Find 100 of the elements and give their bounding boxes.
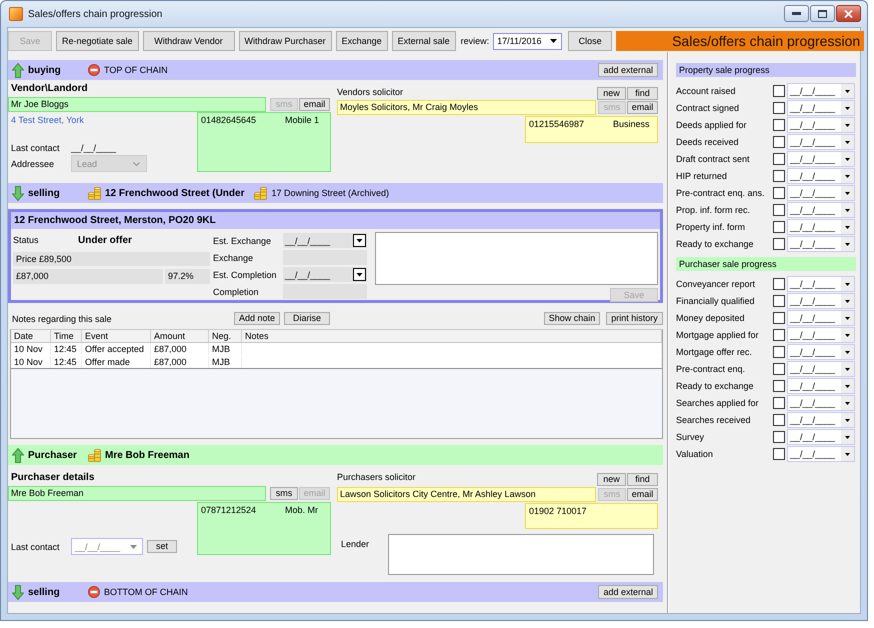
add-external-button[interactable]: add external (598, 63, 658, 77)
close-button[interactable]: Close (568, 31, 612, 51)
column-header[interactable]: Event (85, 331, 108, 341)
checkbox[interactable] (773, 220, 785, 232)
checkbox[interactable] (773, 238, 785, 250)
maximize-button[interactable] (810, 5, 835, 22)
property-notes-field[interactable] (375, 232, 658, 285)
email-button[interactable]: email (299, 98, 330, 111)
status-value: Under offer (78, 234, 132, 246)
progress-label: Draft contract sent (676, 154, 750, 164)
date-picker[interactable]: __/__/____ (787, 236, 855, 252)
toolbar-button[interactable]: Re-negotiate sale (56, 31, 139, 51)
new-button[interactable]: new (597, 87, 626, 100)
date-picker[interactable]: __/__/____ (787, 292, 855, 308)
date-picker[interactable]: __/__/____ (787, 168, 855, 184)
address-link[interactable]: 4 Test Street, York (11, 114, 84, 126)
notes-button[interactable]: Add note (234, 312, 280, 325)
checkbox[interactable] (773, 294, 785, 306)
checkbox[interactable] (773, 448, 785, 460)
date-picker[interactable]: __/__/____ (787, 428, 855, 444)
column-header[interactable]: Time (54, 331, 74, 341)
lender-field[interactable] (388, 534, 654, 575)
checkbox[interactable] (773, 312, 785, 324)
progress-label: Survey (676, 432, 704, 442)
set-button[interactable]: set (147, 540, 177, 553)
name-field[interactable]: Mr Joe Bloggs (8, 97, 266, 112)
toolbar-button[interactable]: Exchange (336, 31, 388, 51)
date-picker[interactable]: __/__/____ (787, 100, 855, 116)
find-button[interactable]: find (627, 87, 658, 100)
minimize-button[interactable] (784, 5, 809, 22)
date-picker[interactable]: __/__/____ (787, 150, 855, 166)
date-picker[interactable]: __/__/____ (787, 202, 855, 218)
date-picker[interactable]: __/__/____ (787, 82, 855, 98)
solicitor-field[interactable]: Moyles Solicitors, Mr Craig Moyles (337, 100, 596, 115)
date-picker[interactable]: __/__/____ (787, 446, 855, 462)
checkbox[interactable] (773, 362, 785, 374)
window-close-button[interactable] (836, 5, 861, 22)
checkbox[interactable] (773, 186, 785, 198)
dropdown-button-icon (353, 234, 366, 247)
date-picker[interactable]: __/__/____ (787, 276, 855, 292)
date-field[interactable]: __/__/____ (71, 142, 116, 152)
date-picker[interactable]: __/__/____ (787, 360, 855, 376)
progress-label: Money deposited (676, 312, 745, 322)
checkbox[interactable] (773, 170, 785, 182)
progress-label: Mortgage offer rec. (676, 346, 752, 356)
review-date-field[interactable]: 17/11/2016 (493, 32, 562, 50)
progress-header: Property sale progress (676, 63, 856, 77)
checkbox[interactable] (773, 84, 785, 96)
checkbox[interactable] (773, 204, 785, 216)
toolbar-button[interactable]: Withdraw Purchaser (238, 31, 332, 51)
checkbox[interactable] (773, 152, 785, 164)
date-picker[interactable]: __/__/____ (283, 267, 367, 282)
date-picker[interactable]: __/__/____ (787, 116, 855, 132)
sms-button[interactable]: sms (270, 487, 298, 500)
column-header[interactable]: Date (14, 331, 34, 341)
date-picker[interactable]: __/__/____ (283, 233, 367, 248)
checkbox[interactable] (773, 136, 785, 148)
column-header[interactable]: Neg. (212, 331, 232, 341)
checkbox[interactable] (773, 414, 785, 426)
phone-type: Mobile 1 (285, 115, 320, 126)
notes-button[interactable]: Show chain (544, 312, 600, 325)
solicitor-field[interactable]: Lawson Solicitors City Centre, Mr Ashley Lawson (337, 487, 596, 502)
phone-type: Mob. Mr (285, 505, 318, 516)
email-button[interactable]: email (627, 488, 658, 501)
checkbox[interactable] (773, 278, 785, 290)
date-picker[interactable]: __/__/____ (787, 344, 855, 360)
percent-field: 97.2% (165, 269, 210, 284)
column-header[interactable]: Amount (154, 331, 186, 341)
date-picker[interactable]: __/__/____ (787, 218, 855, 234)
notes-button[interactable]: Diarise (284, 312, 330, 325)
date-picker[interactable]: __/__/____ (71, 538, 143, 555)
email-button[interactable]: email (627, 101, 658, 114)
column-header[interactable]: Notes (245, 331, 269, 341)
progress-label: Deeds applied for (676, 120, 747, 130)
date-picker[interactable]: __/__/____ (787, 310, 855, 326)
date-picker[interactable]: __/__/____ (787, 184, 855, 200)
checkbox[interactable] (773, 430, 785, 442)
checkbox[interactable] (773, 328, 785, 340)
property-link[interactable]: 17 Downing Street (Archived) (271, 188, 390, 198)
app-icon (9, 7, 23, 21)
checkbox[interactable] (773, 380, 785, 392)
property-link[interactable]: Mre Bob Freeman (105, 450, 190, 460)
name-field[interactable]: Mre Bob Freeman (8, 486, 266, 501)
toolbar-button[interactable]: External sale (392, 31, 456, 51)
toolbar-button[interactable]: Withdraw Vendor (142, 31, 235, 51)
date-picker[interactable]: __/__/____ (787, 378, 855, 394)
date-picker[interactable]: __/__/____ (787, 326, 855, 342)
notes-button[interactable]: print history (606, 312, 663, 325)
date-picker[interactable]: __/__/____ (787, 134, 855, 150)
property-link[interactable]: 12 Frenchwood Street (Under (105, 188, 244, 198)
date-picker[interactable]: __/__/____ (787, 394, 855, 410)
add-external-button[interactable]: add external (598, 585, 658, 599)
section-label: Purchasers solicitor (337, 471, 416, 483)
checkbox[interactable] (773, 346, 785, 358)
date-picker[interactable]: __/__/____ (787, 412, 855, 428)
checkbox[interactable] (773, 396, 785, 408)
checkbox[interactable] (773, 102, 785, 114)
find-button[interactable]: find (627, 473, 658, 486)
checkbox[interactable] (773, 118, 785, 130)
new-button[interactable]: new (597, 473, 626, 486)
